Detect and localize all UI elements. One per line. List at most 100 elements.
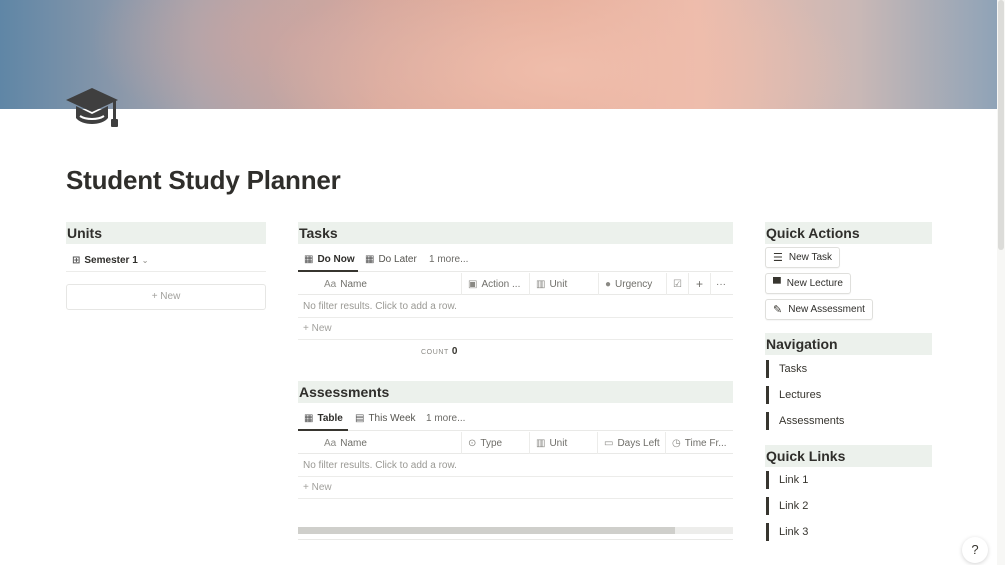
select-icon: ⊙ xyxy=(468,437,477,449)
quote-bar xyxy=(766,471,769,489)
count-label: COUNT xyxy=(421,349,449,356)
more-options-button[interactable]: ··· xyxy=(711,273,733,295)
book-icon: ▥ xyxy=(536,278,546,290)
vertical-scrollbar-thumb[interactable] xyxy=(998,0,1004,250)
tab-label: This Week xyxy=(368,412,416,424)
column-label: Type xyxy=(480,437,503,449)
column-header-unit[interactable]: ▥ Unit xyxy=(530,273,599,295)
quick-links-heading: Quick Links xyxy=(765,445,932,467)
page-cover xyxy=(0,0,997,109)
quick-link-label: Link 1 xyxy=(779,474,809,486)
table-icon: ▦ xyxy=(304,253,314,265)
gallery-icon: ⊞ xyxy=(72,254,81,266)
folder-icon: ▣ xyxy=(468,278,478,290)
column-label: Name xyxy=(340,278,367,290)
column-label: Unit xyxy=(549,278,568,290)
nav-link-assessments[interactable]: Assessments xyxy=(766,412,844,430)
quote-bar xyxy=(766,360,769,378)
tasks-count: COUNT 0 xyxy=(421,346,457,357)
column-header-time-frame[interactable]: ◷ Time Fr... xyxy=(666,432,733,454)
vertical-scrollbar[interactable] xyxy=(997,0,1005,565)
quick-link-3[interactable]: Link 3 xyxy=(766,523,808,541)
tab-this-week[interactable]: ▤ This Week xyxy=(355,407,416,429)
tab-do-now[interactable]: ▦ Do Now xyxy=(304,248,355,270)
column-label: Urgency xyxy=(615,278,653,290)
units-new-button[interactable]: + New xyxy=(66,284,266,310)
quick-link-2[interactable]: Link 2 xyxy=(766,497,808,515)
tasks-header-row: Aa Name ▣ Action ... ▥ Unit ● Urgency ☑ … xyxy=(298,273,733,295)
column-header-action[interactable]: ▣ Action ... xyxy=(462,273,530,295)
column-header-unit[interactable]: ▥ Unit xyxy=(530,432,598,454)
assessments-empty-row[interactable]: No filter results. Click to add a row. xyxy=(298,455,733,477)
assessments-new-row-button[interactable]: + New xyxy=(298,477,733,499)
button-label: New Lecture xyxy=(786,278,843,289)
tasks-view-tabs: ▦ Do Now ▦ Do Later 1 more... xyxy=(298,246,733,272)
divider xyxy=(298,539,733,540)
quick-link-label: Link 2 xyxy=(779,500,809,512)
units-view-label: Semester 1 xyxy=(84,254,138,266)
quote-bar xyxy=(766,386,769,404)
quote-bar xyxy=(766,523,769,541)
quote-bar xyxy=(766,497,769,515)
graduation-cap-icon[interactable] xyxy=(66,86,122,130)
page-title[interactable]: Student Study Planner xyxy=(66,165,341,196)
column-label: Days Left xyxy=(617,437,660,449)
urgency-icon: ● xyxy=(605,278,612,290)
column-header-days-left[interactable]: ▭ Days Left xyxy=(598,432,666,454)
tasks-empty-row[interactable]: No filter results. Click to add a row. xyxy=(298,296,733,318)
tab-table[interactable]: ▦ Table xyxy=(304,407,343,429)
add-column-button[interactable]: + xyxy=(689,273,711,295)
button-label: New Assessment xyxy=(788,304,865,315)
assessments-heading: Assessments xyxy=(298,381,733,403)
calendar-icon: ▭ xyxy=(604,437,614,449)
table-icon: ▦ xyxy=(365,253,375,265)
tasks-more-views[interactable]: 1 more... xyxy=(429,248,468,270)
presentation-icon: ▀ xyxy=(773,277,781,290)
nav-link-label: Lectures xyxy=(779,389,822,401)
edit-icon: ✎ xyxy=(773,304,783,316)
nav-link-label: Tasks xyxy=(779,363,808,375)
active-tab-indicator xyxy=(298,270,358,272)
column-header-name[interactable]: Aa Name xyxy=(298,273,462,295)
quick-link-label: Link 3 xyxy=(779,526,809,538)
active-tab-indicator xyxy=(298,429,348,431)
tab-do-later[interactable]: ▦ Do Later xyxy=(365,248,417,270)
help-button[interactable]: ? xyxy=(962,537,988,563)
count-value: 0 xyxy=(451,346,458,357)
units-view-tab[interactable]: ⊞ Semester 1 ⌄ xyxy=(72,249,148,271)
nav-link-lectures[interactable]: Lectures xyxy=(766,386,821,404)
horizontal-scrollbar-thumb[interactable] xyxy=(298,527,675,534)
tasks-new-row-button[interactable]: + New xyxy=(298,318,733,340)
quick-actions-heading: Quick Actions xyxy=(765,222,932,244)
assessments-header-row: Aa Name ⊙ Type ▥ Unit ▭ Days Left ◷ Time… xyxy=(298,432,733,454)
assessments-more-views[interactable]: 1 more... xyxy=(426,407,465,429)
table-icon: ▦ xyxy=(304,412,314,424)
column-label: Time Fr... xyxy=(684,437,727,449)
quote-bar xyxy=(766,412,769,430)
tab-label: Do Later xyxy=(378,253,417,265)
nav-link-label: Assessments xyxy=(779,415,845,427)
column-label: Name xyxy=(340,437,367,449)
chevron-down-icon: ⌄ xyxy=(141,255,149,265)
column-header-name[interactable]: Aa Name xyxy=(298,432,462,454)
column-label: Unit xyxy=(549,437,568,449)
column-header-urgency[interactable]: ● Urgency xyxy=(599,273,667,295)
list-icon: ☰ xyxy=(773,252,783,264)
text-type-icon: Aa xyxy=(324,278,337,290)
units-heading: Units xyxy=(66,222,266,244)
assessments-view-tabs: ▦ Table ▤ This Week 1 more... xyxy=(298,405,733,431)
column-label: Action ... xyxy=(481,278,521,290)
book-icon: ▥ xyxy=(536,437,546,449)
new-lecture-button[interactable]: ▀ New Lecture xyxy=(765,273,851,294)
column-header-type[interactable]: ⊙ Type xyxy=(462,432,530,454)
tab-label: Table xyxy=(317,412,343,424)
new-assessment-button[interactable]: ✎ New Assessment xyxy=(765,299,873,320)
tasks-heading: Tasks xyxy=(298,222,733,244)
tab-label: Do Now xyxy=(317,253,355,265)
quick-link-1[interactable]: Link 1 xyxy=(766,471,808,489)
column-header-checkbox[interactable]: ☑ xyxy=(667,273,689,295)
nav-link-tasks[interactable]: Tasks xyxy=(766,360,807,378)
calendar-view-icon: ▤ xyxy=(355,412,365,424)
new-task-button[interactable]: ☰ New Task xyxy=(765,247,841,268)
horizontal-scrollbar[interactable] xyxy=(298,527,733,534)
